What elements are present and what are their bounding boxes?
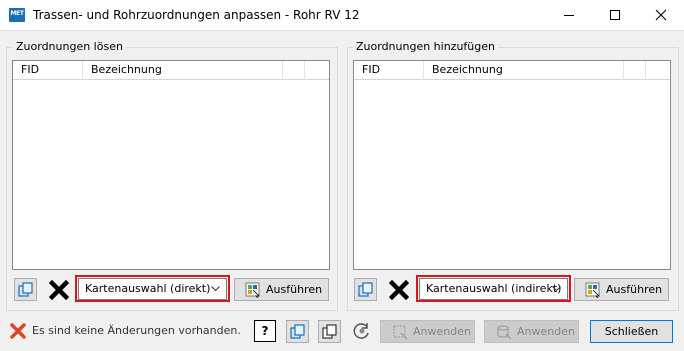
app-logo-text: MET (10, 10, 24, 17)
title-bar: MET Trassen- und Rohrzuordnungen anpasse… (0, 0, 684, 31)
app-logo-icon: MET (9, 8, 25, 22)
close-button[interactable]: Schließen (590, 320, 673, 343)
right-selection-mode-dropdown[interactable]: Kartenauswahl (indirekt) (419, 278, 568, 300)
left-column-extra[interactable] (283, 61, 305, 80)
right-delete-button[interactable] (388, 279, 410, 303)
refresh-icon (353, 323, 369, 339)
error-x-icon (10, 323, 26, 339)
delete-x-icon (388, 279, 410, 301)
minimize-icon (564, 15, 574, 16)
execute-icon (245, 282, 260, 298)
right-group-label: Zuordnungen hinzufügen (353, 40, 498, 53)
chevron-down-icon (552, 286, 561, 292)
left-execute-label: Ausführen (266, 283, 323, 296)
left-copy-button[interactable] (14, 278, 37, 301)
close-icon (655, 9, 667, 21)
right-selection-mode-value: Kartenauswahl (indirekt) (426, 282, 562, 295)
footer-refresh-button[interactable] (352, 321, 372, 344)
delete-x-icon (48, 279, 70, 301)
left-column-bezeichnung[interactable]: Bezeichnung (83, 61, 283, 80)
execute-icon (585, 282, 600, 298)
left-execute-button[interactable]: Ausführen (234, 278, 329, 301)
footer-copy-button[interactable] (286, 320, 309, 343)
maximize-icon (610, 10, 620, 20)
left-group-label: Zuordnungen lösen (13, 40, 126, 53)
apply-button-2[interactable]: Anwenden (484, 320, 579, 343)
help-button[interactable]: ? (254, 320, 276, 342)
database-apply-icon (497, 325, 512, 340)
help-label: ? (261, 324, 269, 338)
right-column-extra[interactable] (624, 61, 646, 80)
left-selection-mode-value: Kartenauswahl (direkt) (85, 282, 211, 295)
right-column-fid[interactable]: FID (354, 61, 424, 80)
left-delete-button[interactable] (48, 279, 70, 303)
status-message: Es sind keine Änderungen vorhanden. (32, 324, 241, 337)
left-selection-mode-dropdown[interactable]: Kartenauswahl (direkt) (78, 278, 227, 300)
apply-icon (393, 325, 408, 340)
right-execute-button[interactable]: Ausführen (574, 278, 669, 301)
copy-icon (358, 282, 373, 297)
apply-button-1[interactable]: Anwenden (380, 320, 475, 343)
close-label: Schließen (604, 325, 659, 338)
right-copy-button[interactable] (354, 278, 377, 301)
left-assignments-grid[interactable]: FID Bezeichnung (12, 60, 330, 270)
copy-icon (18, 282, 33, 297)
duplicate-icon (322, 324, 337, 339)
maximize-button[interactable] (592, 0, 638, 31)
chevron-down-icon (211, 286, 220, 292)
left-column-fid[interactable]: FID (13, 61, 83, 80)
window-title: Trassen- und Rohrzuordnungen anpassen - … (33, 8, 360, 22)
right-column-bezeichnung[interactable]: Bezeichnung (424, 61, 624, 80)
copy-icon (290, 324, 305, 339)
apply-label-1: Anwenden (413, 325, 471, 338)
right-grid-header: FID Bezeichnung (354, 61, 670, 80)
minimize-button[interactable] (546, 0, 592, 31)
footer-duplicate-button[interactable] (318, 320, 341, 343)
right-execute-label: Ausführen (606, 283, 663, 296)
apply-label-2: Anwenden (517, 325, 575, 338)
close-window-button[interactable] (638, 0, 684, 31)
right-assignments-grid[interactable]: FID Bezeichnung (353, 60, 671, 270)
left-grid-header: FID Bezeichnung (13, 61, 329, 80)
